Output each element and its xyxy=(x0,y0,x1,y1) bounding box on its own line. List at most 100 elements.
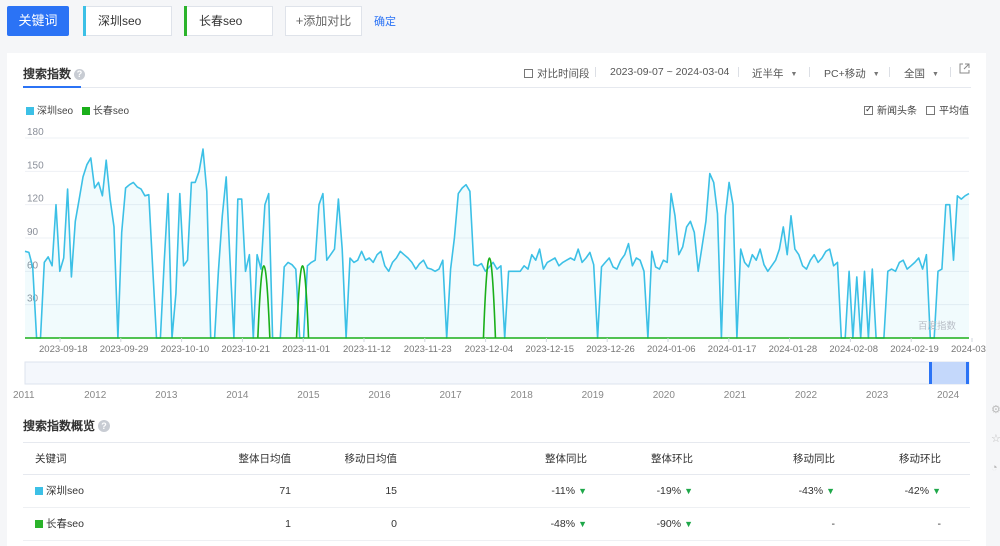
row-overall-avg: 1 xyxy=(285,518,291,530)
header-keyword: 关键词 xyxy=(35,453,67,465)
arrow-down-icon: ▼ xyxy=(684,486,693,496)
arrow-down-icon: ▼ xyxy=(578,519,587,529)
header-overall-mom: 整体环比 xyxy=(651,453,693,465)
table-row: 长春seo 1 0 -48% ▼ -90% ▼ - - xyxy=(23,508,970,541)
row-keyword: 长春seo xyxy=(35,508,84,541)
timeline-year-label: 2023 xyxy=(866,390,889,398)
timeline-year-label: 2017 xyxy=(439,390,462,398)
search-index-panel: 搜索指数? 对比时间段 2023-09-07 ~ 2024-03-04 近半年 ▼… xyxy=(7,53,986,546)
keyword-tab-button[interactable]: 关键词 xyxy=(7,6,69,36)
value: -43% xyxy=(798,485,824,497)
confirm-button[interactable]: 确定 xyxy=(374,13,396,29)
row-overall-yoy: -48% ▼ xyxy=(513,508,587,541)
search-index-chart[interactable]: 306090120150180 2023-09-18 2023-09-29 2023… xyxy=(7,53,986,398)
value: -19% xyxy=(656,485,682,497)
series-area-1 xyxy=(25,149,969,338)
y-tick-label: 90 xyxy=(27,227,39,238)
row-mobile-yoy: -43% ▼ xyxy=(761,475,835,508)
timeline-year-label: 2019 xyxy=(582,390,605,398)
x-tick-label: 2024-03-04 xyxy=(951,344,986,355)
timeline-year-label: 2020 xyxy=(653,390,676,398)
keyword-color-bar xyxy=(83,6,86,36)
series-group xyxy=(24,148,970,339)
x-tick-label: 2023-09-18 xyxy=(39,344,88,355)
header-mobile-yoy: 移动同比 xyxy=(793,453,835,465)
value: -11% xyxy=(551,485,576,497)
x-tick-label: 2023-12-15 xyxy=(525,344,574,355)
row-mobile-avg: 0 xyxy=(391,518,397,530)
row-keyword-label: 深圳seo xyxy=(46,485,84,497)
value: -90% xyxy=(656,518,682,530)
row-mobile-mom: -42% ▼ xyxy=(867,475,941,508)
header-overall-yoy: 整体同比 xyxy=(545,453,587,465)
y-tick-label: 120 xyxy=(27,194,44,205)
timeline-year-label: 2013 xyxy=(155,390,178,398)
row-overall-mom: -19% ▼ xyxy=(619,475,693,508)
arrow-down-icon: ▼ xyxy=(684,519,693,529)
x-tick-label: 2023-11-01 xyxy=(282,344,330,355)
keyword-label: 深圳seo xyxy=(98,14,142,28)
y-tick-label: 150 xyxy=(27,160,44,171)
x-tick-label: 2023-09-29 xyxy=(100,344,149,355)
keyword-input-2[interactable]: 长春seo xyxy=(184,6,273,36)
row-keyword-label: 长春seo xyxy=(46,518,84,530)
overview-title-text: 搜索指数概览 xyxy=(23,419,96,433)
keyword-swatch xyxy=(35,487,43,495)
keyword-input-1[interactable]: 深圳seo xyxy=(83,6,172,36)
x-tick-label: 2024-02-19 xyxy=(890,344,939,355)
keyword-swatch xyxy=(35,520,43,528)
timeline-year-label: 2018 xyxy=(511,390,534,398)
timeline-selection[interactable] xyxy=(931,362,968,384)
x-tick-label: 2023-12-26 xyxy=(586,344,635,355)
x-tick-label: 2024-01-28 xyxy=(769,344,818,355)
timeline-handle-right[interactable] xyxy=(966,362,969,384)
value: -48% xyxy=(550,518,576,530)
x-tick-label: 2023-11-12 xyxy=(343,344,391,355)
add-compare-button[interactable]: +添加对比 xyxy=(285,6,362,36)
row-overall-mom: -90% ▼ xyxy=(619,508,693,541)
row-overall-yoy: -11% ▼ xyxy=(513,475,587,508)
row-keyword: 深圳seo xyxy=(35,475,84,508)
timeline-handle-left[interactable] xyxy=(929,362,932,384)
keyword-label: 长春seo xyxy=(199,14,243,28)
add-compare-label: 添加对比 xyxy=(303,14,352,28)
overview-table-header: 关键词 整体日均值 移动日均值 整体同比 整体环比 移动同比 移动环比 xyxy=(23,442,970,475)
header-mobile-mom: 移动环比 xyxy=(899,453,941,465)
x-axis-labels: 2023-09-18 2023-09-29 2023-10-10 2023-10-21… xyxy=(39,338,986,355)
timeline-year-label: 2014 xyxy=(226,390,249,398)
x-tick-label: 2024-01-06 xyxy=(647,344,696,355)
row-overall-avg: 71 xyxy=(279,485,291,497)
timeline-year-label: 2015 xyxy=(297,390,320,398)
timeline-year-label: 2012 xyxy=(84,390,107,398)
x-tick-label: 2023-10-10 xyxy=(161,344,210,355)
table-row: 深圳seo 71 15 -11% ▼ -19% ▼ -43% ▼ -42% ▼ xyxy=(23,475,970,508)
timeline-track[interactable] xyxy=(24,361,970,385)
keyword-color-bar xyxy=(184,6,187,36)
header-mobile-avg: 移动日均值 xyxy=(344,453,398,465)
arrow-down-icon: ▼ xyxy=(578,486,587,496)
arrow-down-icon: ▼ xyxy=(826,486,835,496)
row-mobile-avg: 15 xyxy=(385,485,397,497)
x-tick-label: 2023-10-21 xyxy=(221,344,270,355)
keyword-bar: 关键词 深圳seo 长春seo +添加对比 确定 xyxy=(0,0,1000,46)
x-tick-label: 2023-12-04 xyxy=(465,344,514,355)
value: -42% xyxy=(904,485,930,497)
timeline-year-label: 2021 xyxy=(724,390,747,398)
watermark: 百度指数 xyxy=(918,320,957,332)
x-tick-label: 2024-01-17 xyxy=(708,344,757,355)
overview-title: 搜索指数概览? xyxy=(23,417,111,434)
help-icon[interactable]: ? xyxy=(98,420,111,432)
timeline-year-labels: 2011 2012 2013 2014 2015 2016 2017 2018 2019 2020… xyxy=(13,390,960,398)
x-tick-label: 2024-02-08 xyxy=(829,344,878,355)
header-overall-avg: 整体日均值 xyxy=(238,453,292,465)
feedback-icon[interactable]: ⚙ xyxy=(991,403,1000,415)
y-tick-label: 180 xyxy=(27,127,44,138)
x-tick-label: 2023-11-23 xyxy=(404,344,452,355)
row-mobile-mom: - xyxy=(937,518,942,530)
timeline-year-label: 2022 xyxy=(795,390,818,398)
timeline-year-label: 2024 xyxy=(937,390,960,398)
star-icon[interactable]: ☆ xyxy=(991,432,1000,444)
arrow-down-icon: ▼ xyxy=(932,486,941,496)
help-circle-icon[interactable]: ◔ xyxy=(991,462,1000,474)
timeline-year-label: 2016 xyxy=(368,390,391,398)
